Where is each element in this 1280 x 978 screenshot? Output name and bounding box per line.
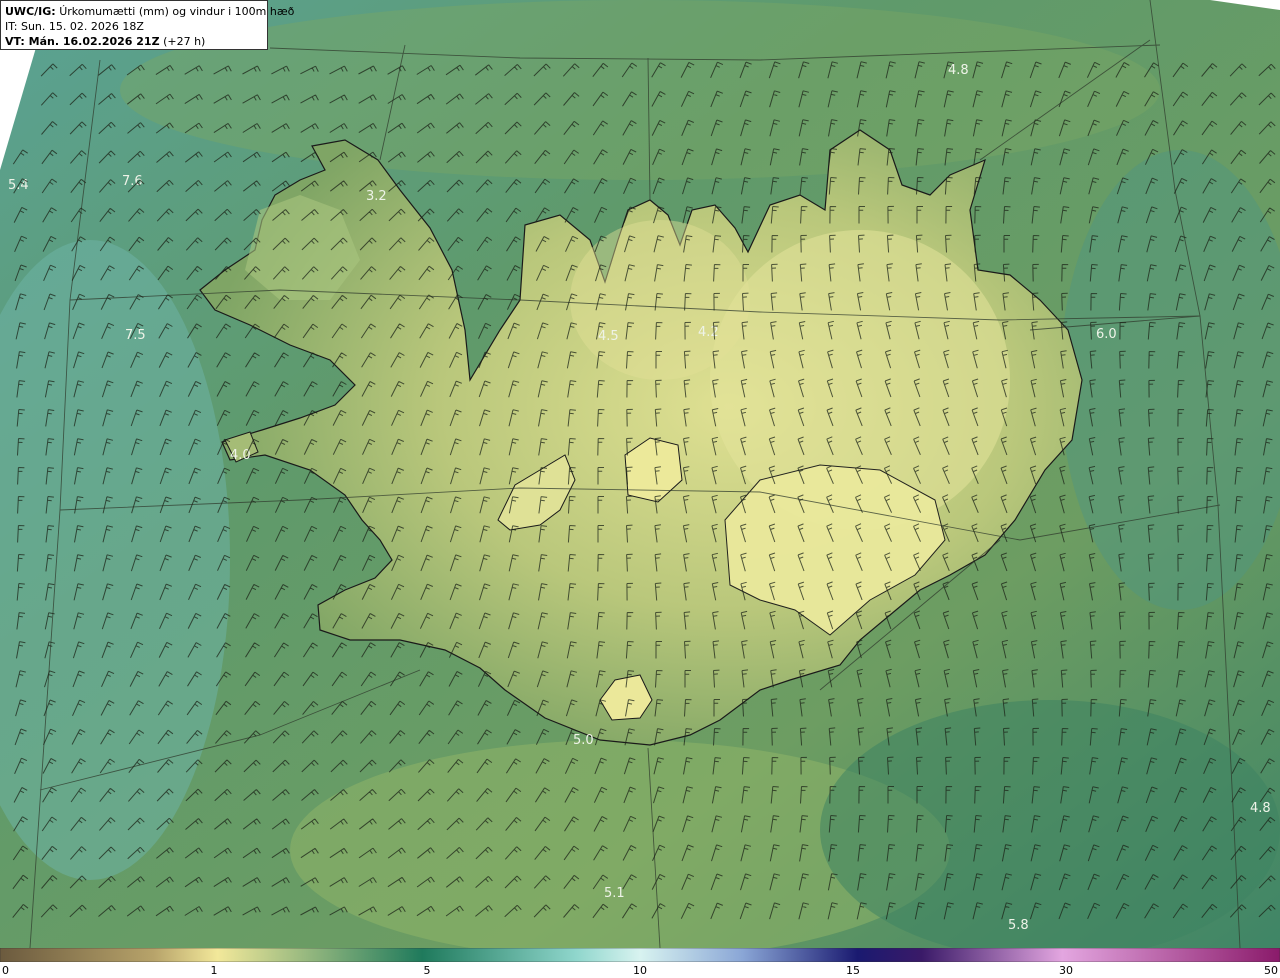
map-title: Úrkomumætti (mm) og vindur i 100m hæð — [59, 5, 295, 18]
colorbar-tick: 0 — [2, 964, 9, 977]
map-label: 3.2 — [366, 189, 387, 204]
title-row: UWC/IG: Úrkomumætti (mm) og vindur i 100… — [5, 4, 294, 19]
colorbar-tick: 1 — [210, 964, 218, 977]
map-label: 7.5 — [125, 328, 146, 343]
precipitation-map: 4.8 7.6 5.4 3.2 4.5 4.2 6.0 7.5 4.0 5.0 … — [0, 0, 1280, 948]
map-label: 4.0 — [230, 448, 251, 463]
model-name: UWC/IG: — [5, 5, 56, 18]
colorbar-tick: 15 — [846, 964, 860, 977]
colorbar-tick: 5 — [423, 964, 431, 977]
valid-time-row: VT: Mán. 16.02.2026 21Z (+27 h) — [5, 34, 263, 49]
map-label: 4.8 — [1250, 801, 1271, 816]
map-label: 4.2 — [698, 325, 719, 340]
map-label: 4.5 — [598, 329, 619, 344]
colorbar-tick: 10 — [633, 964, 647, 977]
issue-time: IT: Sun. 15. 02. 2026 18Z — [5, 20, 144, 33]
map-label: 6.0 — [1096, 327, 1117, 342]
map-label: 4.8 — [948, 63, 969, 78]
colorbar-tick: 50 — [1264, 964, 1278, 977]
highland-north — [570, 220, 750, 380]
forecast-lead: (+27 h) — [163, 35, 206, 48]
green-sea-area-north — [120, 0, 1160, 180]
colorbar-tick: 30 — [1059, 964, 1073, 977]
valid-time: VT: Mán. 16.02.2026 21Z — [5, 35, 160, 48]
map-label: 7.6 — [122, 174, 143, 189]
colorbar-labels: 0 1 5 10 15 30 50 — [0, 962, 1280, 978]
colorbar — [0, 948, 1280, 962]
dark-sea-area-southeast — [820, 700, 1280, 948]
map-label: 5.8 — [1008, 918, 1029, 933]
map-label: 5.0 — [573, 733, 594, 748]
map-info-box: UWC/IG: Úrkomumætti (mm) og vindur i 100… — [0, 0, 294, 50]
map-label: 5.1 — [604, 886, 625, 901]
